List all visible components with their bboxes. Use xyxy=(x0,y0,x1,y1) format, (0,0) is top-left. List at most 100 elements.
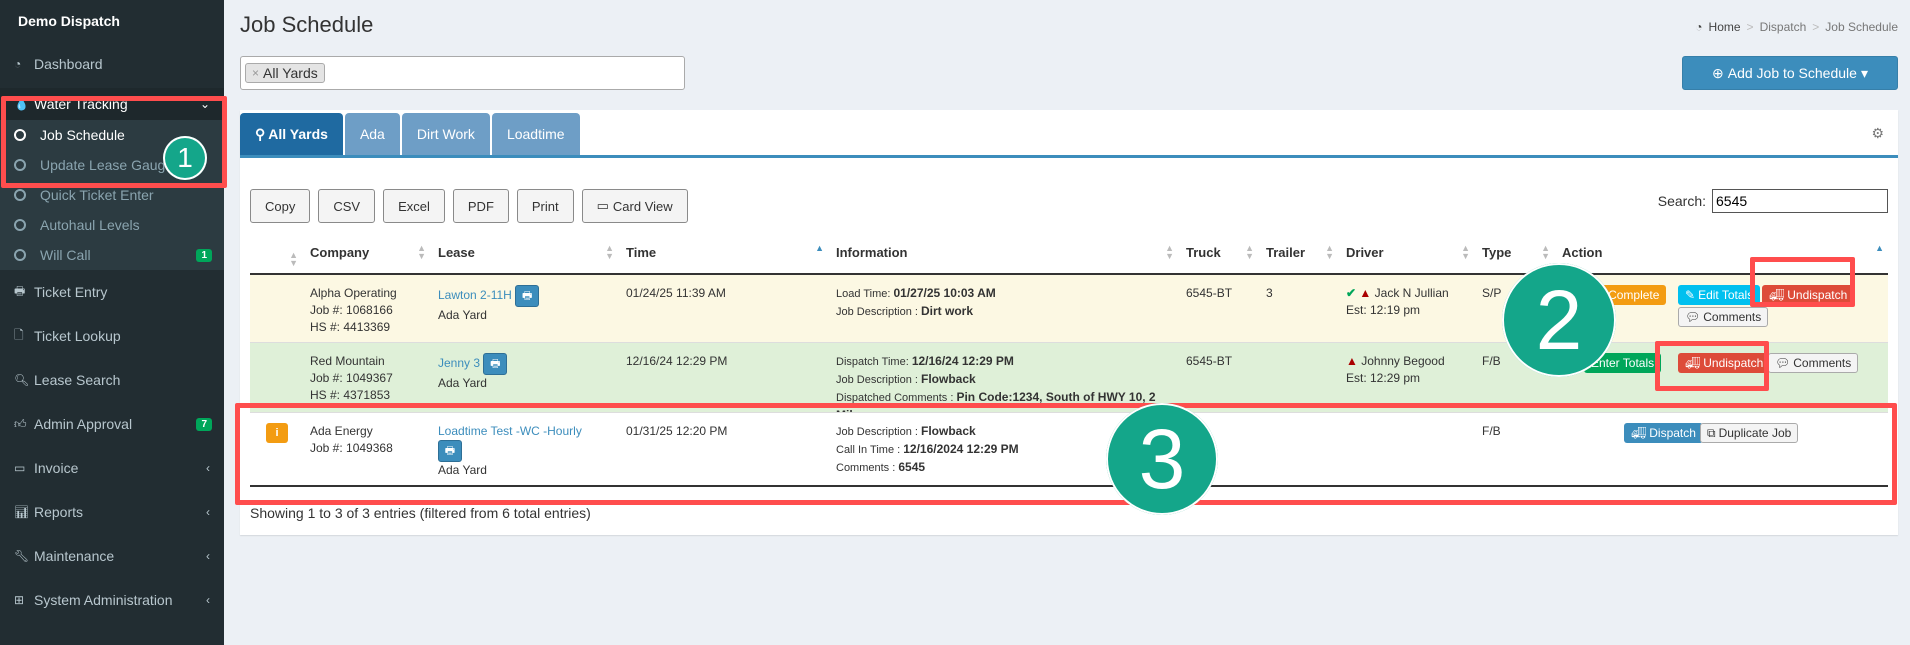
export-buttons: Copy CSV Excel PDF Print ▭ Card View xyxy=(250,189,688,223)
breadcrumb: ◔ Home > Dispatch > Job Schedule xyxy=(1695,20,1898,34)
excel-button[interactable]: Excel xyxy=(383,189,445,223)
document-icon: 🗋 xyxy=(14,327,24,342)
sort-icon: ▲ ▼ xyxy=(1245,242,1254,261)
column-header-trailer[interactable]: Trailer ▲ ▼ xyxy=(1258,242,1338,261)
credit-card-icon: ▭ xyxy=(14,461,26,475)
pdf-button[interactable]: PDF xyxy=(452,189,509,223)
sort-asc-icon: ▲ xyxy=(815,242,824,253)
will-call-badge: 1 xyxy=(196,248,212,262)
edit-icon: ✎ xyxy=(1685,287,1696,302)
lease-link[interactable]: Lawton 2-11H xyxy=(438,288,512,302)
yard-filter-chip[interactable]: × All Yards xyxy=(245,63,325,83)
tab-all-yards[interactable]: ⚲ All Yards xyxy=(240,113,343,155)
card-icon: ▭ xyxy=(596,198,609,213)
print-lease-button[interactable]: 🖶 xyxy=(515,285,540,307)
truck: 6545-BT xyxy=(1186,354,1233,368)
comments-button[interactable]: 💬︎ Comments xyxy=(1768,353,1859,373)
comments-button[interactable]: 💬︎ Comments xyxy=(1678,307,1769,327)
circle-icon xyxy=(14,219,26,231)
csv-button[interactable]: CSV xyxy=(318,189,376,223)
hs-number: HS #: 4413369 xyxy=(310,320,391,334)
tab-loadtime[interactable]: Loadtime xyxy=(491,113,580,155)
company-name: Red Mountain xyxy=(310,354,385,368)
map-marker-icon: ⚲ xyxy=(255,125,266,142)
copy-button[interactable]: Copy xyxy=(250,189,311,223)
breadcrumb-dispatch[interactable]: Dispatch xyxy=(1760,20,1807,34)
truck: 6545-BT xyxy=(1186,286,1233,300)
trailer: 3 xyxy=(1266,286,1273,300)
column-header-company[interactable]: Company ▲ ▼ xyxy=(302,242,430,261)
search-icon: 🔍︎ xyxy=(14,373,30,387)
driver-est: Est: 12:29 pm xyxy=(1346,371,1421,385)
sidebar-item-dashboard[interactable]: ◔ Dashboard xyxy=(0,42,224,86)
sort-icon: ▲ ▼ xyxy=(1325,242,1334,261)
sort-icon: ▲ ▼ xyxy=(1461,242,1470,261)
job-number: Job #: 1049367 xyxy=(310,371,393,385)
breadcrumb-separator: > xyxy=(1746,20,1754,34)
job-time: 01/24/25 11:39 AM xyxy=(626,286,726,300)
breadcrumb-separator: > xyxy=(1812,20,1820,34)
circle-icon xyxy=(14,189,26,201)
column-header-information[interactable]: Information ▲ ▼ xyxy=(828,243,1178,260)
printer-icon: 🖶 xyxy=(521,289,533,302)
sidebar-item-will-call[interactable]: Will Call 1 xyxy=(0,240,224,270)
column-header-type[interactable]: Type ▲ ▼ xyxy=(1474,242,1554,261)
brand-logo[interactable]: Demo Dispatch xyxy=(0,0,224,42)
search-input[interactable] xyxy=(1712,189,1888,213)
card-view-button[interactable]: ▭ Card View xyxy=(581,189,688,223)
sidebar-item-reports[interactable]: 📊︎ Reports ‹ xyxy=(0,490,224,534)
annotation-box-2a xyxy=(1750,257,1855,307)
trailer xyxy=(1258,343,1338,412)
table-search: Search: xyxy=(1658,189,1888,213)
sort-asc-icon: ▲ xyxy=(1875,242,1884,253)
annotation-box-3 xyxy=(235,403,1897,505)
sitemap-icon: ⊞ xyxy=(14,593,25,607)
sort-icon: ▲ ▼ xyxy=(417,242,426,261)
page-title: Job Schedule xyxy=(240,12,374,37)
chevron-left-icon: ‹ xyxy=(206,549,210,563)
thumbs-up-icon: 👍︎ xyxy=(14,416,27,431)
warning-icon: ▲ xyxy=(1359,286,1372,300)
sidebar-item-ticket-entry[interactable]: 🖶 Ticket Entry xyxy=(0,270,224,314)
chevron-left-icon: ‹ xyxy=(206,461,210,475)
lease-link[interactable]: Jenny 3 xyxy=(438,356,480,370)
annotation-marker-1: 1 xyxy=(163,136,207,180)
dashboard-icon: ◔ xyxy=(1695,20,1703,34)
yard-name: Ada Yard xyxy=(438,308,487,322)
tab-dirt-work[interactable]: Dirt Work xyxy=(401,113,490,155)
breadcrumb-home[interactable]: Home xyxy=(1709,20,1741,34)
column-header-truck[interactable]: Truck ▲ ▼ xyxy=(1178,242,1258,261)
sidebar-item-system-administration[interactable]: ⊞ System Administration ‹ xyxy=(0,578,224,622)
print-lease-button[interactable]: 🖶 xyxy=(483,353,508,375)
sidebar-item-autohaul-levels[interactable]: Autohaul Levels xyxy=(0,210,224,240)
check-circle-icon: ✔ xyxy=(1346,286,1357,300)
sidebar-item-admin-approval[interactable]: 👍︎ Admin Approval 7 xyxy=(0,402,224,446)
table-info: Showing 1 to 3 of 3 entries (filtered fr… xyxy=(250,505,591,521)
sidebar-item-invoice[interactable]: ▭ Invoice ‹ xyxy=(0,446,224,490)
table-header: ▲ ▼ Company ▲ ▼ Lease ▲ ▼ Time ▲ Information ▲ ▼… xyxy=(250,231,1888,275)
yard-name: Ada Yard xyxy=(438,376,487,390)
sort-icon: ▲ ▼ xyxy=(289,250,298,268)
warning-icon: ▲ xyxy=(1346,354,1358,368)
sort-icon: ▲ ▼ xyxy=(605,242,614,261)
add-job-to-schedule-button[interactable]: ⊕ Add Job to Schedule ▾ xyxy=(1682,56,1898,90)
column-header-lease[interactable]: Lease ▲ ▼ xyxy=(430,242,618,261)
tab-ada[interactable]: Ada xyxy=(344,113,400,155)
sidebar-item-maintenance[interactable]: 🔧︎ Maintenance ‹ xyxy=(0,534,224,578)
column-header-time[interactable]: Time ▲ xyxy=(618,242,828,260)
sidebar-item-ticket-lookup[interactable]: 🗋 Ticket Lookup xyxy=(0,314,224,358)
gear-icon[interactable]: ⚙ xyxy=(1871,125,1884,142)
yard-filter-select[interactable]: × All Yards xyxy=(240,56,685,90)
sort-icon: ▲ ▼ xyxy=(1541,242,1550,261)
comment-icon: 💬︎ xyxy=(1685,309,1701,324)
comment-icon: 💬︎ xyxy=(1775,355,1791,370)
annotation-marker-2: 2 xyxy=(1502,263,1616,377)
sidebar-item-lease-search[interactable]: 🔍︎ Lease Search xyxy=(0,358,224,402)
remove-icon[interactable]: × xyxy=(252,66,259,80)
job-number: Job #: 1068166 xyxy=(310,303,393,317)
column-header-driver[interactable]: Driver ▲ ▼ xyxy=(1338,242,1474,261)
annotation-marker-3: 3 xyxy=(1106,403,1218,515)
print-button[interactable]: Print xyxy=(516,189,574,223)
dashboard-icon: ◔ xyxy=(14,57,22,71)
edit-totals-button[interactable]: ✎ Edit Totals xyxy=(1678,285,1761,305)
